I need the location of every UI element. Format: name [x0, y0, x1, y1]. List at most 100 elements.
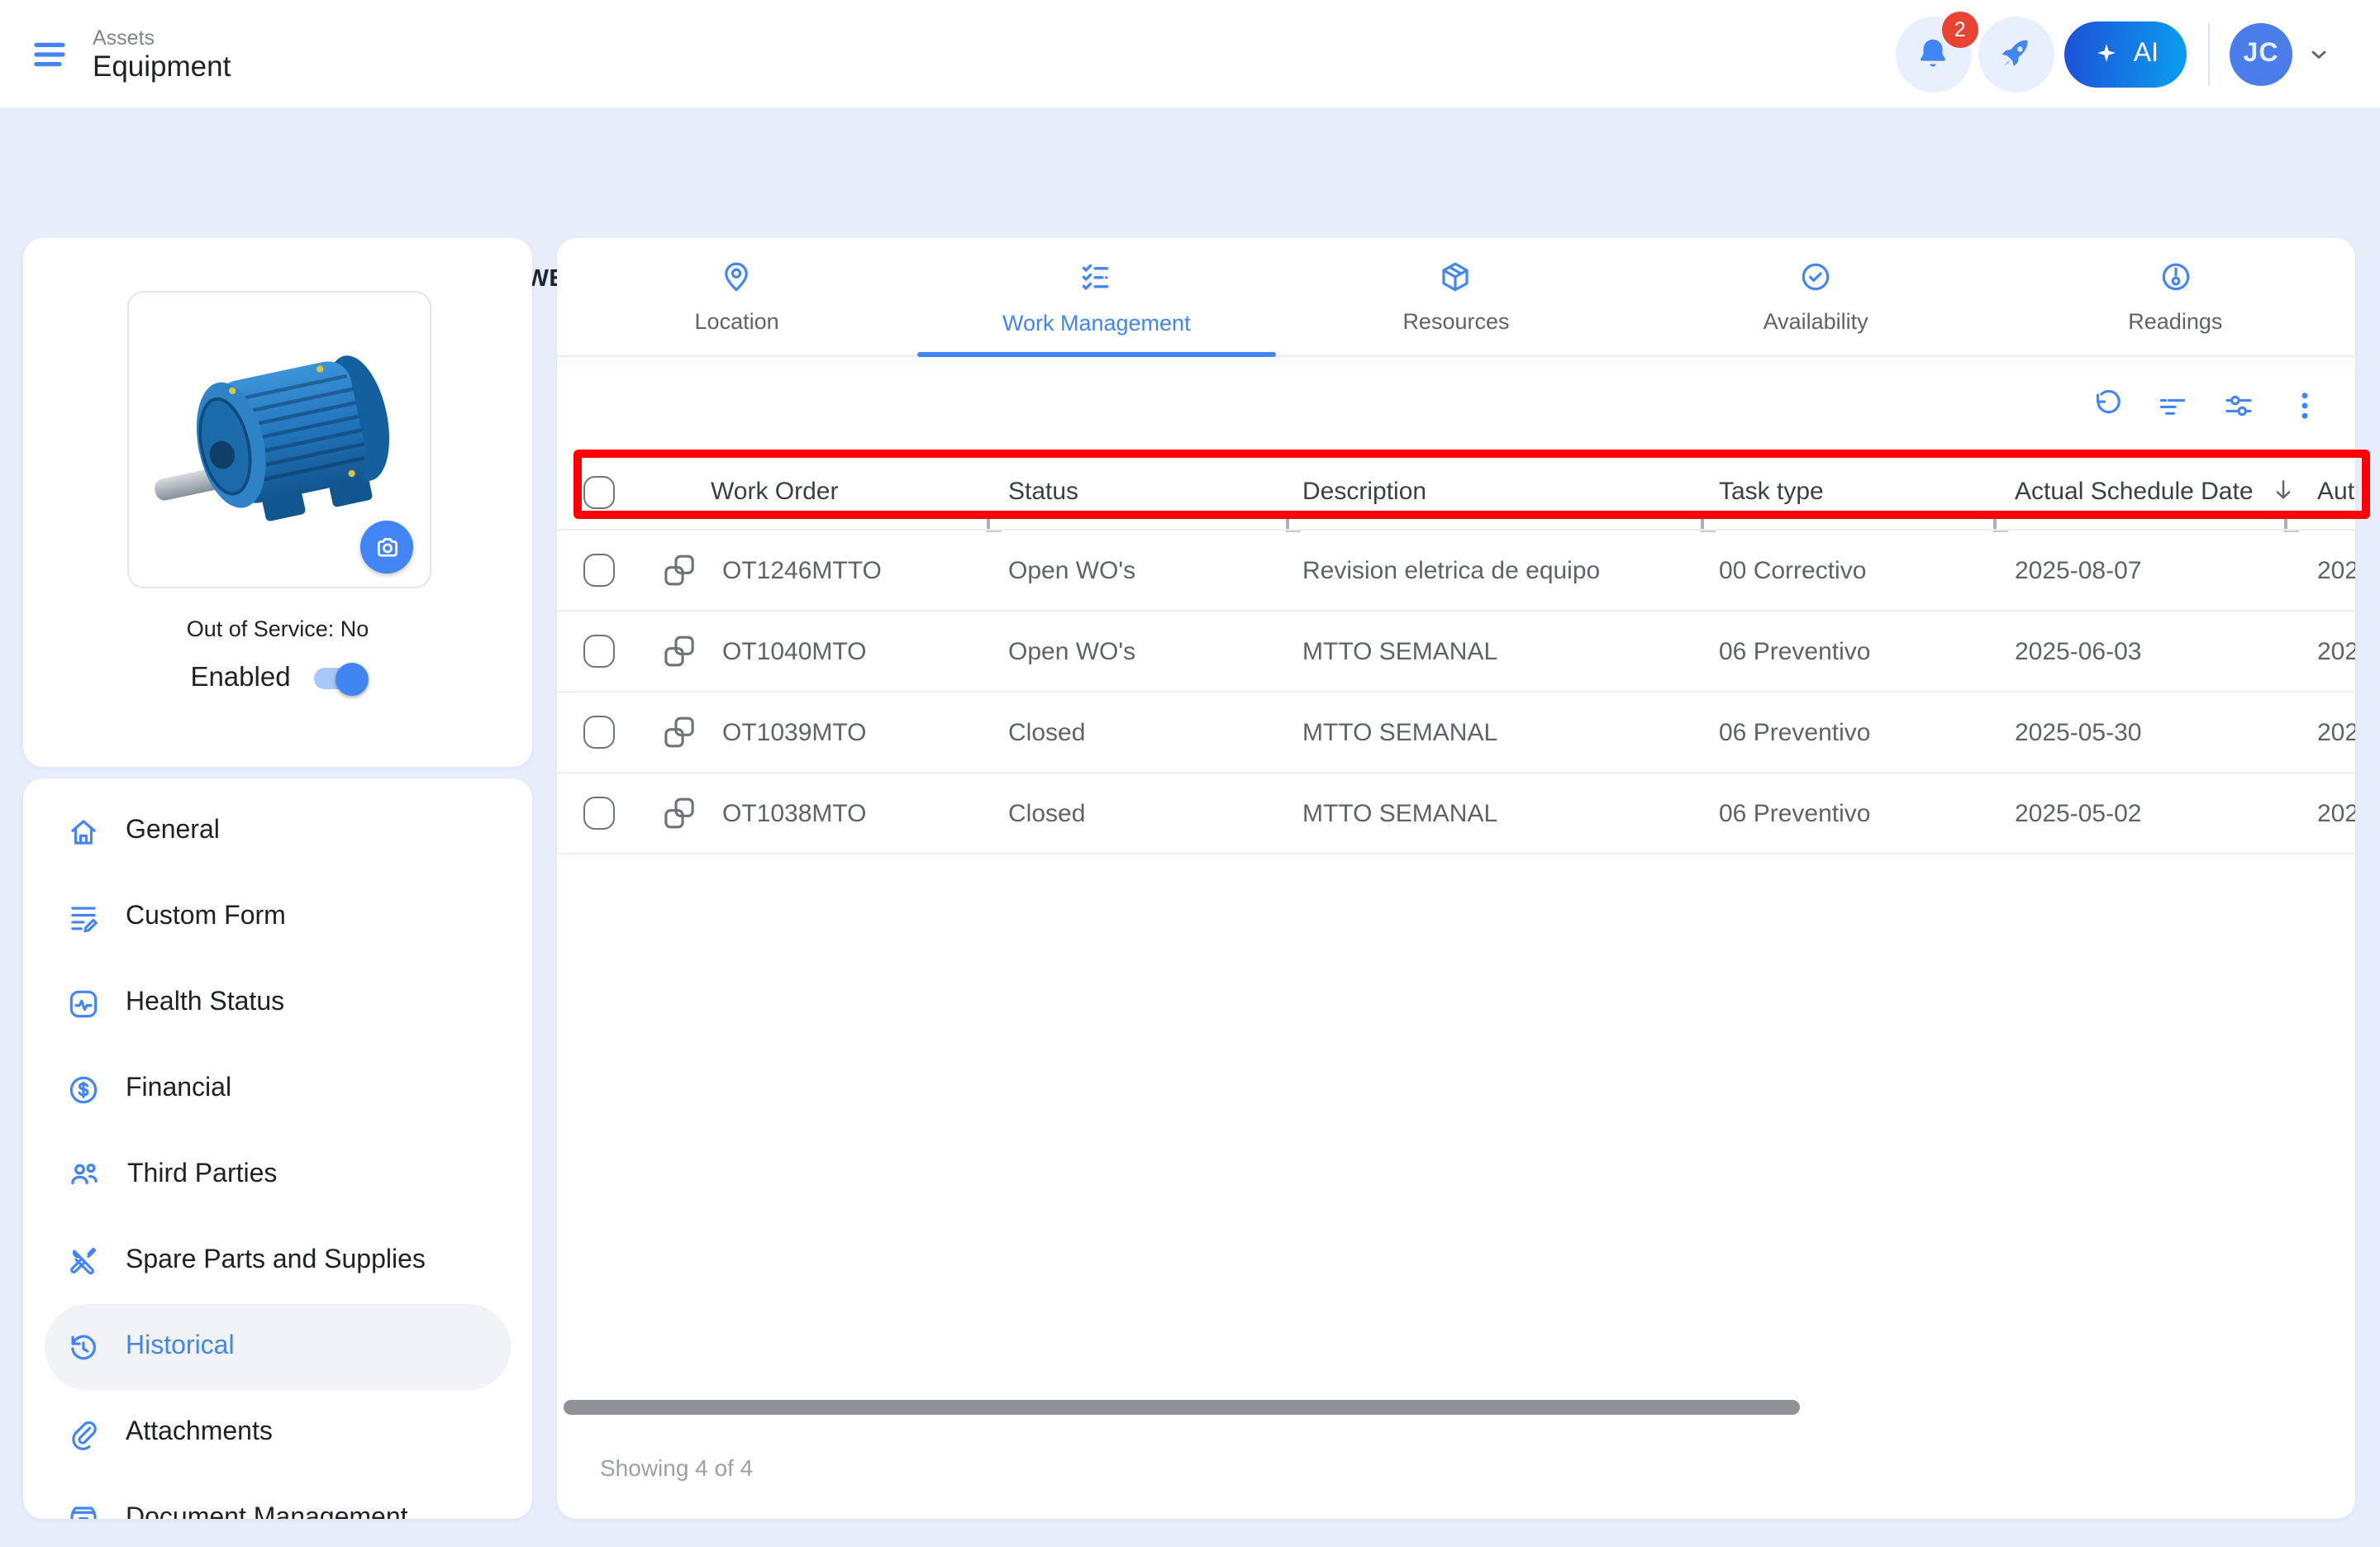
tab-availability[interactable]: Availability: [1636, 238, 1996, 355]
column-header-status[interactable]: Status: [993, 456, 1307, 527]
link-squares-icon[interactable]: [661, 552, 697, 588]
app-root: Assets Equipment 2 AI: [0, 0, 2380, 1547]
asset-sections-sidebar: General Custom Form Health Status Financial…: [23, 778, 532, 1519]
table-row[interactable]: OT1040MTOOpen WO'sMTTO SEMANAL06 Prevent…: [557, 612, 2355, 693]
column-header-description[interactable]: Description: [1292, 456, 1717, 527]
column-header-auto[interactable]: Auto: [2291, 456, 2355, 527]
sidebar-item-spare-parts-and-supplies[interactable]: Spare Parts and Supplies: [45, 1218, 511, 1304]
enabled-toggle[interactable]: [314, 668, 365, 689]
tab-resources[interactable]: Resources: [1276, 238, 1635, 355]
cell-text: 2025-06-03: [2015, 637, 2141, 665]
whats-new-button[interactable]: [1978, 16, 2054, 92]
filter-button[interactable]: [2155, 388, 2190, 422]
cell-select[interactable]: [583, 693, 650, 772]
cell-select[interactable]: [583, 774, 650, 853]
link-squares-icon[interactable]: [661, 795, 697, 831]
cell-task_type: 00 Correctivo: [1707, 531, 2011, 610]
cell-text: OT1246MTTO: [722, 556, 882, 584]
tab-label: Location: [695, 309, 779, 334]
cell-work_order: OT1246MTTO: [650, 531, 1005, 610]
cell-select[interactable]: [583, 612, 650, 691]
ai-button-label: AI: [2134, 39, 2159, 69]
sidebar-item-attachments[interactable]: Attachments: [45, 1390, 511, 1476]
sidebar-item-health-status[interactable]: Health Status: [45, 960, 511, 1046]
asset-tabs: Location Work Management Resources Availabi…: [557, 238, 2355, 357]
sidebar-item-label: Attachments: [126, 1418, 273, 1448]
cell-text: Closed: [1008, 718, 1085, 746]
asset-profile-card: Out of Service: No Enabled: [23, 238, 532, 767]
people-icon: [66, 1157, 102, 1193]
sidebar-item-label: Document Management: [126, 1504, 408, 1519]
select-all-checkbox-cell[interactable]: [583, 456, 650, 527]
sliders-button[interactable]: [2221, 388, 2256, 422]
table-toolbar: [557, 357, 2355, 453]
sidebar-item-label: Spare Parts and Supplies: [126, 1246, 426, 1276]
select-all-checkbox[interactable]: [583, 475, 615, 508]
custom-form-icon: [66, 900, 101, 935]
checklist-icon: [1078, 259, 1115, 295]
check-circle-icon: [1798, 259, 1833, 294]
top-app-bar: Assets Equipment 2 AI: [0, 0, 2380, 107]
table-row[interactable]: OT1246MTTOOpen WO'sRevision eletrica de …: [557, 531, 2355, 612]
cell-work_order: OT1038MTO: [650, 774, 1005, 853]
row-checkbox[interactable]: [583, 716, 615, 749]
tab-work-management[interactable]: Work Management: [916, 238, 1276, 355]
cell-text: 06 Preventivo: [1719, 637, 1870, 665]
column-header-actual_schedule_date[interactable]: Actual Schedule Date: [2000, 456, 2306, 527]
link-squares-icon[interactable]: [661, 714, 697, 750]
cell-task_type: 06 Preventivo: [1707, 612, 2011, 691]
cell-actual_schedule_date: 2025-05-02: [2000, 774, 2306, 853]
sidebar-item-general[interactable]: General: [45, 788, 511, 874]
cell-description: MTTO SEMANAL: [1292, 693, 1717, 772]
hamburger-menu-icon[interactable]: [30, 34, 69, 74]
table-row[interactable]: OT1039MTOClosedMTTO SEMANAL06 Preventivo…: [557, 693, 2355, 774]
sidebar-item-custom-form[interactable]: Custom Form: [45, 874, 511, 960]
row-checkbox[interactable]: [583, 554, 615, 587]
cell-auto: 202: [2291, 531, 2355, 610]
table-row-count: Showing 4 of 4: [600, 1454, 753, 1481]
cell-actual_schedule_date: 2025-08-07: [2000, 531, 2306, 610]
cell-text: 202: [2317, 556, 2355, 584]
package-icon: [1439, 259, 1473, 294]
cell-select[interactable]: [583, 531, 650, 610]
cell-text: 202: [2317, 637, 2355, 665]
sidebar-item-third-parties[interactable]: Third Parties: [45, 1132, 511, 1218]
sidebar-item-label: General: [126, 816, 220, 846]
cell-text: 2025-05-30: [2015, 718, 2141, 746]
cell-auto: 202: [2291, 612, 2355, 691]
cell-text: MTTO SEMANAL: [1302, 718, 1497, 746]
chevron-down-icon[interactable]: [2307, 42, 2330, 65]
location-pin-icon: [720, 259, 754, 294]
sidebar-item-label: Health Status: [126, 988, 284, 1018]
link-squares-icon[interactable]: [661, 633, 697, 669]
cell-work_order: OT1040MTO: [650, 612, 1005, 691]
rocket-icon: [1997, 35, 2035, 73]
column-header-label: Actual Schedule Date: [2015, 478, 2254, 506]
cell-text: OT1038MTO: [722, 799, 867, 827]
cell-description: MTTO SEMANAL: [1292, 774, 1717, 853]
tab-label: Resources: [1402, 309, 1509, 334]
horizontal-scrollbar[interactable]: [564, 1400, 1800, 1415]
notifications-button[interactable]: 2: [1896, 16, 1972, 92]
row-checkbox[interactable]: [583, 635, 615, 668]
table-row[interactable]: OT1038MTO ClosedMTTO SEMANAL06 Preventivo…: [557, 774, 2355, 854]
column-header-label: Auto: [2317, 478, 2355, 506]
tab-location[interactable]: Location: [557, 238, 916, 355]
refresh-button[interactable]: [2089, 388, 2124, 422]
cell-text: 202: [2317, 799, 2355, 827]
cell-text: Open WO's: [1008, 556, 1135, 584]
tab-readings[interactable]: Readings: [1996, 238, 2355, 355]
cell-text: 06 Preventivo: [1719, 799, 1870, 827]
avatar[interactable]: JC: [2230, 22, 2292, 85]
sidebar-item-financial[interactable]: Financial: [45, 1046, 511, 1132]
cell-status: Closed: [993, 774, 1307, 853]
column-header-task_type[interactable]: Task type: [1707, 456, 2011, 527]
column-header-label: Description: [1302, 478, 1426, 506]
sidebar-item-historical[interactable]: Historical: [45, 1304, 511, 1390]
kebab-button[interactable]: [2287, 388, 2322, 422]
sidebar-item-document-management[interactable]: Document Management: [45, 1476, 511, 1519]
document-box-icon: [66, 1502, 101, 1519]
ai-button[interactable]: AI: [2064, 21, 2187, 87]
row-checkbox[interactable]: [583, 797, 615, 830]
change-photo-button[interactable]: [360, 521, 413, 574]
